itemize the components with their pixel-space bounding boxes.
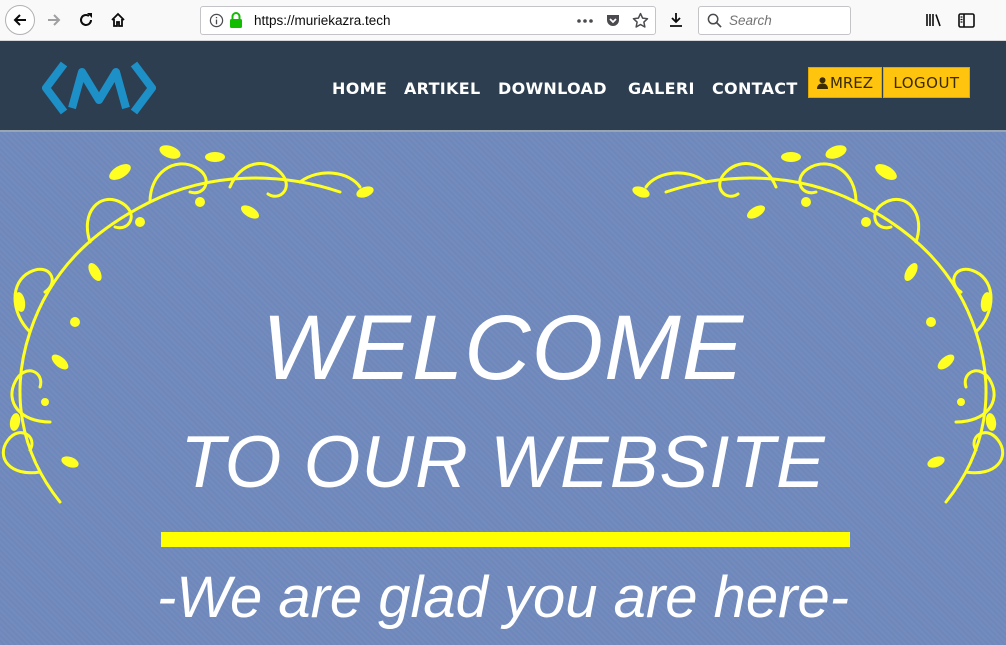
url-text: https://muriekazra.tech [254, 13, 391, 28]
home-button[interactable] [104, 6, 132, 34]
library-button[interactable] [920, 6, 948, 34]
info-icon[interactable] [209, 13, 224, 28]
hero-welcome-heading: WELCOME [261, 297, 745, 399]
site-logo[interactable] [42, 60, 156, 116]
sidebar-button[interactable] [952, 6, 980, 34]
user-icon [816, 76, 828, 89]
user-name: MREZ [829, 73, 874, 92]
hero-divider [161, 532, 850, 547]
reload-icon [80, 13, 92, 26]
sidebar-icon [957, 12, 975, 28]
home-icon [111, 12, 125, 27]
hero-tagline: -We are glad you are here- [156, 565, 850, 630]
user-button[interactable]: MREZ [808, 67, 882, 98]
url-bar[interactable]: https://muriekazra.tech [200, 6, 656, 35]
library-icon [926, 14, 941, 27]
logout-label: LOGOUT [893, 73, 960, 92]
reload-button[interactable] [72, 6, 100, 34]
nav-home[interactable]: HOME [332, 79, 387, 98]
forward-icon [48, 14, 61, 26]
search-icon [707, 13, 722, 28]
hero-section: WELCOME TO OUR WEBSITE -We are glad you … [0, 132, 1006, 645]
back-button[interactable] [5, 5, 35, 35]
forward-button[interactable] [40, 6, 68, 34]
nav-download[interactable]: DOWNLOAD [498, 79, 607, 98]
nav-contact[interactable]: CONTACT [712, 79, 798, 98]
search-placeholder: Search [729, 13, 772, 28]
more-icon[interactable] [577, 19, 593, 23]
bookmark-star-icon[interactable] [632, 12, 649, 29]
logout-button[interactable]: LOGOUT [883, 67, 970, 98]
lock-icon [230, 12, 242, 28]
nav-artikel[interactable]: ARTIKEL [404, 79, 480, 98]
browser-toolbar: https://muriekazra.tech Search [0, 0, 1006, 41]
download-icon [670, 13, 682, 27]
nav-galeri[interactable]: GALERI [628, 79, 695, 98]
site-navbar: HOME ARTIKEL DOWNLOAD GALERI CONTACT MRE… [0, 41, 1006, 132]
hero-subheading: TO OUR WEBSITE [180, 422, 826, 503]
search-box[interactable]: Search [698, 6, 851, 35]
back-icon [13, 14, 26, 26]
download-button[interactable] [662, 6, 690, 34]
pocket-icon[interactable] [605, 13, 621, 29]
